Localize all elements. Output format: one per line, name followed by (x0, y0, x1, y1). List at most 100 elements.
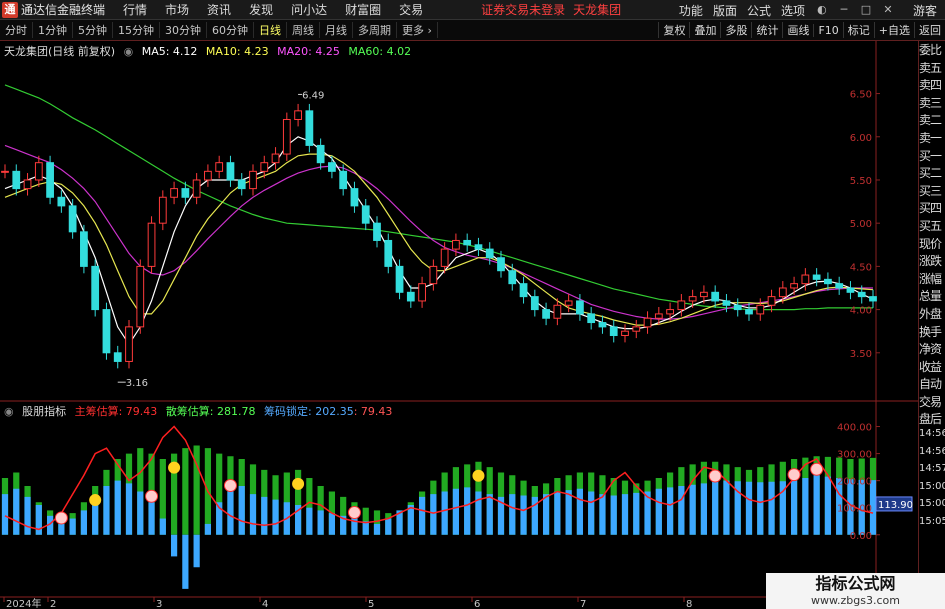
menu-item-quotes[interactable]: 行情 (123, 1, 147, 18)
candle-body (553, 304, 562, 319)
indicator-tick-label: 200.00 (837, 477, 872, 488)
candle-body (384, 239, 393, 267)
price-tick-label: 4.50 (850, 262, 872, 273)
date-tick-label: 4 (262, 599, 268, 609)
more-label: 更多 (402, 24, 424, 37)
candle-body (226, 162, 235, 181)
mark-button[interactable]: 标记 (842, 22, 874, 38)
period-tab-5min[interactable]: 5分钟 (73, 22, 113, 38)
candle-body (835, 283, 844, 289)
maximize-icon[interactable]: □ (859, 3, 873, 17)
sidebar-item[interactable]: 卖三 (919, 94, 945, 112)
sidebar-item[interactable]: 交易 (919, 393, 945, 411)
guest-label[interactable]: 游客 (913, 2, 937, 19)
candle-body (294, 110, 302, 120)
overlay-button[interactable]: 叠加 (689, 22, 720, 38)
sidebar-item[interactable]: 收益 (919, 358, 945, 376)
menu-item-ask[interactable]: 问小达 (291, 1, 327, 18)
sidebar-item[interactable]: 买五 (919, 217, 945, 235)
candle-body (395, 265, 404, 293)
add-watchlist-button[interactable]: +自选 (873, 22, 914, 38)
sidebar-item[interactable]: 卖二 (919, 111, 945, 129)
sidebar-item[interactable]: 买一 (919, 147, 945, 165)
candle-body (452, 239, 460, 250)
menu-item-discover[interactable]: 发现 (249, 1, 273, 18)
sidebar-item[interactable]: 涨跌 (919, 252, 945, 270)
menu-item-formula[interactable]: 公式 (747, 2, 771, 19)
sidebar-item[interactable]: 现价 (919, 235, 945, 253)
indicator-settings-icon[interactable]: ◉ (4, 405, 14, 418)
legend-ma10: MA10: 4.23 (205, 45, 269, 58)
menu-item-news[interactable]: 资讯 (207, 1, 231, 18)
sidebar-item[interactable]: 买四 (919, 199, 945, 217)
main-chart-legend: 天龙集团(日线 前复权) ◉ MA5: 4.12 MA10: 4.23 MA20… (4, 43, 416, 59)
indicator-title[interactable]: 股朋指标 (22, 405, 66, 418)
sidebar-item[interactable]: 委比 (919, 41, 945, 59)
chart-canvas[interactable]: 6.50 6.00 5.50 5.00 4.50 4.00 3.50 400.00 300.00… (0, 41, 918, 609)
period-tab-daily[interactable]: 日线 (254, 22, 287, 38)
candle-body (508, 270, 517, 285)
period-tab-30min[interactable]: 30分钟 (160, 22, 207, 38)
multi-stock-button[interactable]: 多股 (720, 22, 751, 38)
period-tab-1min[interactable]: 1分钟 (33, 22, 73, 38)
candle-body (113, 352, 122, 362)
minimize-icon[interactable]: ─ (837, 3, 851, 17)
sidebar-item[interactable]: 外盘 (919, 305, 945, 323)
candle-body (125, 326, 133, 362)
sidebar-item[interactable]: 卖一 (919, 129, 945, 147)
f10-button[interactable]: F10 (813, 23, 842, 37)
legend-ma5: MA5: 4.12 (141, 45, 198, 58)
period-tab-weekly[interactable]: 周线 (287, 22, 320, 38)
menu-item-wealth[interactable]: 财富圈 (345, 1, 381, 18)
indicator-bars (1, 425, 877, 589)
candle-body (350, 188, 359, 207)
date-tick-label: 2024年 (6, 597, 41, 609)
legend-ma60: MA60: 4.02 (348, 45, 412, 58)
back-button[interactable]: 返回 (914, 22, 945, 38)
period-tab-60min[interactable]: 60分钟 (207, 22, 254, 38)
legend-settings-icon[interactable]: ◉ (124, 45, 134, 58)
period-tab-more[interactable]: 更多 › (397, 22, 438, 38)
login-status[interactable]: 证券交易未登录 (481, 1, 565, 18)
candle-body (406, 291, 415, 302)
candle-body (846, 287, 855, 293)
candle-body (429, 265, 438, 285)
sidebar-item[interactable]: 总量 (919, 287, 945, 305)
menu-item-functions[interactable]: 功能 (679, 2, 703, 19)
skin-icon[interactable]: ◐ (815, 3, 829, 17)
sidebar-item[interactable]: 买三 (919, 182, 945, 200)
adjust-button[interactable]: 复权 (658, 22, 689, 38)
menu-item-layout[interactable]: 版面 (713, 2, 737, 19)
drawing-button[interactable]: 画线 (782, 22, 813, 38)
last-value-text: 113.90 (878, 500, 913, 511)
candle-body (790, 283, 798, 289)
sidebar-item[interactable]: 卖五 (919, 59, 945, 77)
sidebar-item[interactable]: 净资 (919, 340, 945, 358)
legend-loose-chips: 散筹估算: 281.78 (165, 405, 256, 418)
sidebar-item[interactable]: 买二 (919, 164, 945, 182)
sidebar-item[interactable]: 涨幅 (919, 270, 945, 288)
candle-body (857, 291, 866, 298)
close-icon[interactable]: ✕ (881, 3, 895, 17)
date-tick-label: 5 (368, 599, 374, 609)
period-tab-monthly[interactable]: 月线 (320, 22, 353, 38)
smile-signal-icon (292, 477, 305, 490)
menu-item-options[interactable]: 选项 (781, 2, 805, 19)
period-tab-intraday[interactable]: 分时 (0, 22, 33, 38)
statistics-button[interactable]: 统计 (751, 22, 782, 38)
menu-item-market[interactable]: 市场 (165, 1, 189, 18)
candle-body (181, 188, 190, 198)
candle-body (316, 144, 325, 164)
period-tab-multi[interactable]: 多周期 (353, 22, 397, 38)
period-tab-15min[interactable]: 15分钟 (113, 22, 160, 38)
candle-body (215, 162, 224, 172)
sidebar-item[interactable]: 卖四 (919, 76, 945, 94)
stock-name: 天龙集团 (573, 3, 622, 17)
candle-body (57, 196, 66, 207)
sidebar-time: 14:57 (919, 463, 945, 475)
sidebar-item[interactable]: 盘后 (919, 410, 945, 428)
price-tick-label: 3.50 (850, 349, 872, 360)
sidebar-item[interactable]: 自动 (919, 375, 945, 393)
menu-item-trade[interactable]: 交易 (399, 1, 423, 18)
sidebar-item[interactable]: 换手 (919, 323, 945, 341)
